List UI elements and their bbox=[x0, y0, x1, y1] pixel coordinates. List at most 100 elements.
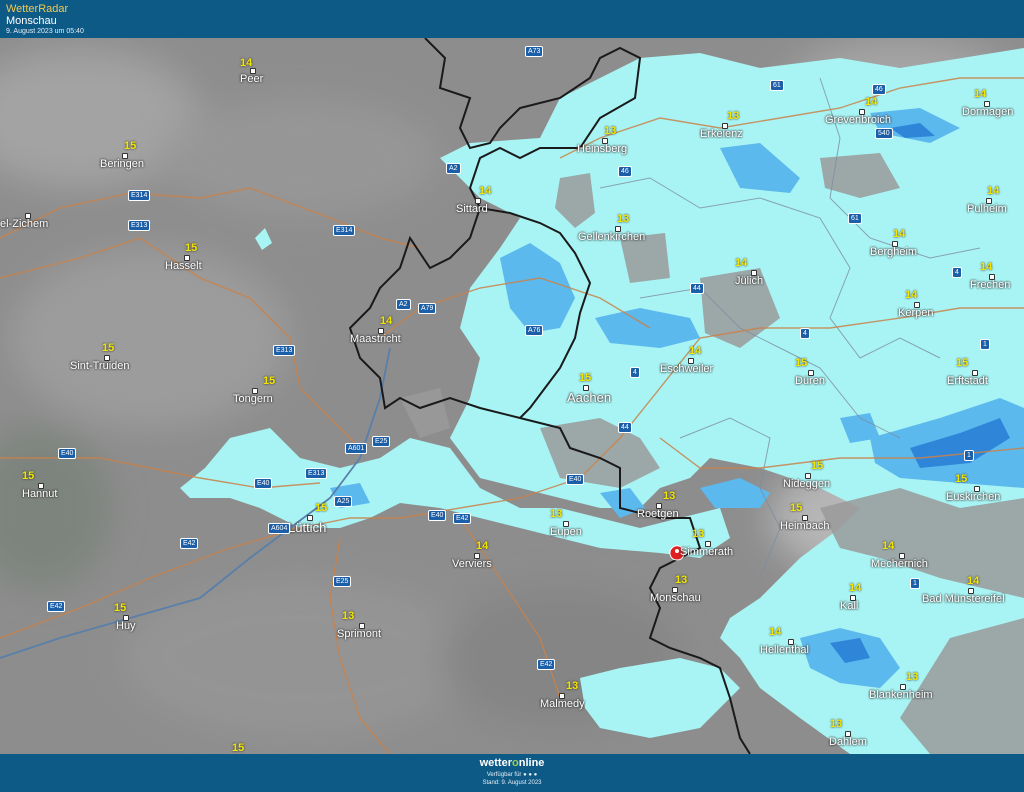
temperature-label: 14 bbox=[849, 582, 862, 594]
city-label[interactable]: Peer bbox=[240, 73, 263, 85]
road-badge: A25 bbox=[334, 496, 353, 507]
road-badge: E25 bbox=[333, 576, 352, 587]
city-label[interactable]: Beringen bbox=[100, 158, 144, 170]
city-label[interactable]: Frechen bbox=[970, 279, 1010, 291]
temperature-label: 15 bbox=[956, 357, 969, 369]
city-label[interactable]: Monschau bbox=[650, 592, 701, 604]
temperature-label: 14 bbox=[769, 626, 782, 638]
road-badge: E40 bbox=[428, 510, 447, 521]
road-badge: 4 bbox=[800, 328, 810, 339]
temperature-label: 14 bbox=[865, 96, 878, 108]
location-title[interactable]: Monschau bbox=[6, 15, 57, 27]
temperature-label: 13 bbox=[663, 490, 676, 502]
temperature-label: 15 bbox=[315, 502, 328, 514]
city-label[interactable]: Sprimont bbox=[337, 628, 381, 640]
app-name: WetterRadar bbox=[6, 3, 69, 15]
temperature-label: 15 bbox=[955, 473, 968, 485]
road-badge: 1 bbox=[980, 339, 990, 350]
city-label[interactable]: Blankenheim bbox=[869, 689, 933, 701]
city-label[interactable]: Tongern bbox=[233, 393, 273, 405]
city-label[interactable]: Heimbach bbox=[780, 520, 830, 532]
road-badge: E42 bbox=[453, 513, 472, 524]
road-badge: A601 bbox=[345, 443, 368, 454]
city-label[interactable]: Hannut bbox=[22, 488, 57, 500]
temperature-label: 15 bbox=[185, 242, 198, 254]
road-badge: 4 bbox=[630, 367, 640, 378]
city-label[interactable]: Sittard bbox=[456, 203, 488, 215]
city-label[interactable]: Hasselt bbox=[165, 260, 202, 272]
city-label[interactable]: Euskirchen bbox=[946, 491, 1000, 503]
temperature-label: 13 bbox=[727, 110, 740, 122]
temperature-label: 14 bbox=[479, 185, 492, 197]
city-label[interactable]: Gellenkirchen bbox=[578, 231, 645, 243]
road-badge: 61 bbox=[848, 213, 862, 224]
city-label[interactable]: Bad Münstereifel bbox=[922, 593, 1005, 605]
city-label[interactable]: Düren bbox=[795, 375, 825, 387]
city-label[interactable]: Hellenthal bbox=[760, 644, 809, 656]
temperature-label: 14 bbox=[240, 57, 253, 69]
city-label[interactable]: Kerpen bbox=[898, 307, 933, 319]
temperature-label: 15 bbox=[263, 375, 276, 387]
app-footer: wetteronline Verfügbar für ● ● ● Stand: … bbox=[0, 754, 1024, 792]
road-badge: E313 bbox=[128, 220, 151, 231]
road-badge: E40 bbox=[254, 478, 273, 489]
temperature-label: 15 bbox=[22, 470, 35, 482]
temperature-label: 15 bbox=[811, 460, 824, 472]
road-badge: 1 bbox=[910, 578, 920, 589]
temperature-label: 14 bbox=[967, 575, 980, 587]
road-badge: E313 bbox=[305, 468, 328, 479]
city-label[interactable]: Nideggen bbox=[783, 478, 830, 490]
city-label[interactable]: Dahlem bbox=[829, 736, 867, 748]
city-label[interactable]: Roetgen bbox=[637, 508, 679, 520]
city-label[interactable]: Mechernich bbox=[871, 558, 928, 570]
temperature-label: 14 bbox=[882, 540, 895, 552]
city-label[interactable]: Jülich bbox=[735, 275, 763, 287]
city-label[interactable]: Grevenbroich bbox=[825, 114, 891, 126]
temperature-label: 14 bbox=[987, 185, 1000, 197]
road-badge: 540 bbox=[875, 128, 893, 139]
city-label[interactable]: Dormagen bbox=[962, 106, 1013, 118]
road-badge: E314 bbox=[128, 190, 151, 201]
temperature-label: 13 bbox=[604, 125, 617, 137]
available-text: Verfügbar für ● ● ● bbox=[486, 772, 538, 778]
city-label[interactable]: Erftstadt bbox=[947, 375, 988, 387]
map-layer bbox=[0, 38, 1024, 754]
temperature-label: 13 bbox=[566, 680, 579, 692]
city-label[interactable]: el-Zichem bbox=[0, 218, 48, 230]
city-label[interactable]: Eschweiler bbox=[660, 363, 713, 375]
temperature-label: 13 bbox=[342, 610, 355, 622]
city-label[interactable]: Bergheim bbox=[870, 246, 917, 258]
city-label[interactable]: Pulheim bbox=[967, 203, 1007, 215]
city-label[interactable]: Heinsberg bbox=[577, 143, 627, 155]
city-label[interactable]: Maastricht bbox=[350, 333, 401, 345]
temperature-label: 15 bbox=[124, 140, 137, 152]
radar-map[interactable]: Peer 14 Beringen 15 el-Zichem Hasselt 15 Sint-T… bbox=[0, 38, 1024, 754]
road-badge: 46 bbox=[618, 166, 632, 177]
city-label[interactable]: Verviers bbox=[452, 558, 492, 570]
temperature-label: 13 bbox=[550, 508, 563, 520]
temperature-label: 14 bbox=[380, 315, 393, 327]
city-label[interactable]: Sint-Truiden bbox=[70, 360, 130, 372]
stand-text: Stand: 9. August 2023 bbox=[482, 780, 542, 786]
temperature-label: 15 bbox=[102, 342, 115, 354]
temperature-label: 14 bbox=[893, 228, 906, 240]
road-badge: 61 bbox=[770, 80, 784, 91]
city-label[interactable]: Huy bbox=[116, 620, 136, 632]
road-badge: 44 bbox=[618, 422, 632, 433]
road-badge: A76 bbox=[525, 325, 544, 336]
brand-logo[interactable]: wetteronline bbox=[0, 757, 1024, 769]
city-label[interactable]: Erkelenz bbox=[700, 128, 743, 140]
city-label[interactable]: Malmedy bbox=[540, 698, 585, 710]
temperature-label: 15 bbox=[579, 372, 592, 384]
city-label[interactable]: Eupen bbox=[550, 526, 582, 538]
temperature-label: 13 bbox=[692, 528, 705, 540]
road-badge: 46 bbox=[872, 84, 886, 95]
road-badge: 4 bbox=[952, 267, 962, 278]
temperature-label: 14 bbox=[476, 540, 489, 552]
city-label[interactable]: Kall bbox=[840, 600, 858, 612]
city-label[interactable]: Aachen bbox=[567, 390, 611, 405]
road-badge: A604 bbox=[268, 523, 291, 534]
city-label[interactable]: Lüttich bbox=[288, 520, 326, 535]
city-label[interactable]: Simmerath bbox=[680, 546, 733, 558]
road-badge: 1 bbox=[964, 450, 974, 461]
